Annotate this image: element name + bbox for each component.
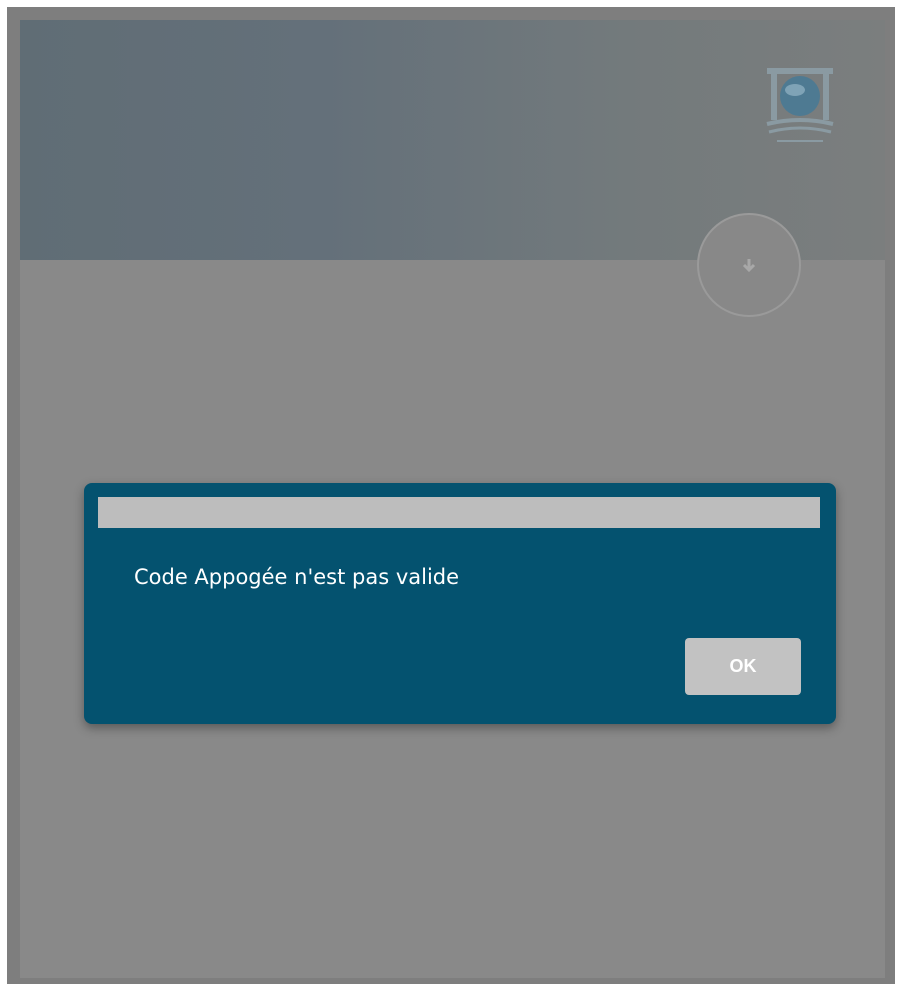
dialog-titlebar xyxy=(98,497,820,528)
alert-dialog: Code Appogée n'est pas valide OK xyxy=(84,483,836,724)
university-logo-icon xyxy=(757,60,843,146)
page-frame: Code Appogée n'est pas valide OK xyxy=(7,7,895,984)
ok-button[interactable]: OK xyxy=(685,638,801,695)
arrow-down-icon xyxy=(742,258,756,272)
scroll-down-button[interactable] xyxy=(697,213,801,317)
dialog-message: Code Appogée n'est pas valide xyxy=(134,565,460,589)
